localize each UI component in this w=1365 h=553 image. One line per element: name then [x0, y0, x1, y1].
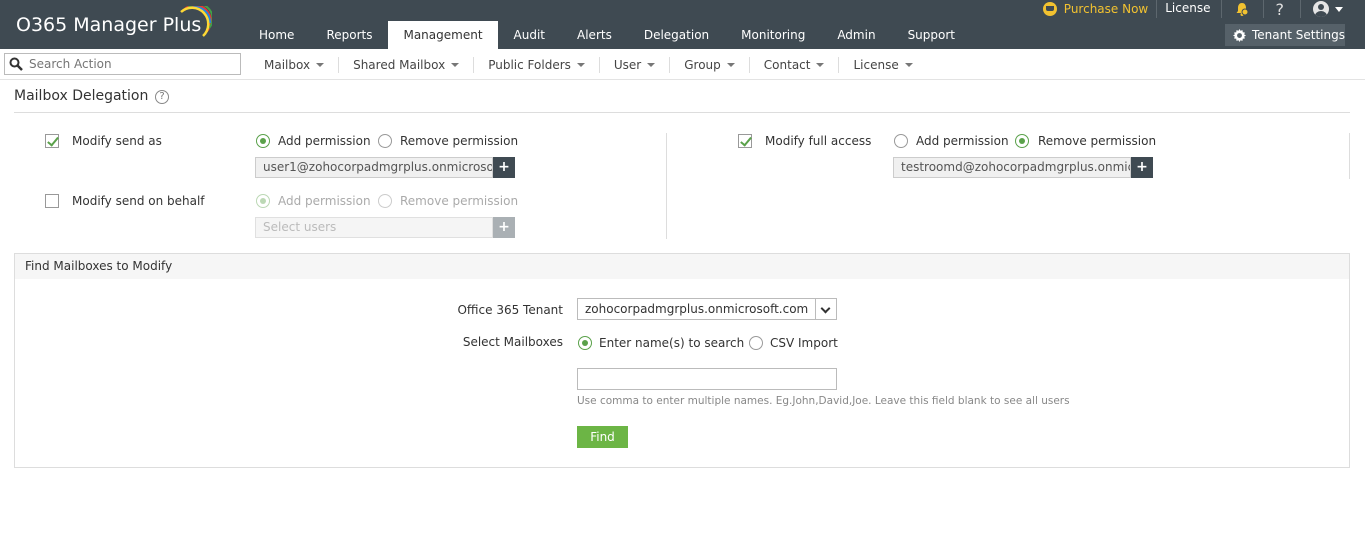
send-on-behalf-users-field[interactable]: Select users: [255, 217, 493, 238]
chevron-down-icon: [451, 63, 460, 67]
nav-home[interactable]: Home: [243, 21, 310, 49]
nav-reports[interactable]: Reports: [310, 21, 388, 49]
purchase-now-link[interactable]: Purchase Now: [1042, 0, 1158, 18]
chevron-down-icon: [647, 63, 656, 67]
app-logo-text[interactable]: O365 Manager Plus: [16, 14, 201, 36]
tenant-select-value: zohocorpadmgrplus.onmicrosoft.com: [585, 302, 809, 316]
chevron-down-icon: [316, 63, 325, 67]
chevron-down-icon: [1335, 6, 1343, 12]
enter-names-radio[interactable]: [578, 336, 592, 350]
menu-license[interactable]: License: [839, 57, 926, 73]
license-link[interactable]: License: [1165, 0, 1222, 18]
menu-contact[interactable]: Contact: [750, 57, 840, 73]
menu-shared-mailbox[interactable]: Shared Mailbox: [339, 57, 475, 73]
modify-send-on-behalf-label: Modify send on behalf: [72, 194, 205, 208]
full-access-remove-radio[interactable]: [1015, 134, 1029, 148]
send-on-behalf-remove-radio[interactable]: [378, 194, 392, 208]
find-mailboxes-panel: Find Mailboxes to Modify: [14, 253, 1350, 468]
user-avatar-icon: [1313, 1, 1329, 17]
chevron-down-icon[interactable]: [815, 299, 836, 319]
modify-send-as-label: Modify send as: [72, 134, 162, 148]
sub-nav: Mailbox Shared Mailbox Public Folders Us…: [250, 57, 927, 73]
panel-title: Find Mailboxes to Modify: [15, 254, 1349, 279]
top-right-tools: Purchase Now License ?: [1042, 0, 1365, 19]
menu-user-label: User: [613, 58, 642, 72]
menu-mailbox[interactable]: Mailbox: [250, 57, 340, 73]
top-bar: O365 Manager Plus Home Reports Managemen…: [0, 0, 1365, 49]
menu-contact-label: Contact: [763, 58, 811, 72]
chevron-down-icon: [816, 63, 825, 67]
help-icon[interactable]: ?: [155, 90, 169, 104]
send-as-add-label: Add permission: [278, 134, 371, 148]
menu-public-folders-label: Public Folders: [488, 58, 571, 72]
sub-bar: Mailbox Shared Mailbox Public Folders Us…: [0, 49, 1365, 80]
divider: [14, 112, 1350, 113]
notification-bell-icon[interactable]: [1234, 1, 1250, 17]
chevron-down-icon: [726, 63, 735, 67]
search-action-box[interactable]: [4, 53, 241, 75]
send-on-behalf-add-label: Add permission: [278, 194, 371, 208]
send-as-add-radio[interactable]: [256, 134, 270, 148]
chevron-down-icon: [904, 63, 913, 67]
tenant-label: Office 365 Tenant: [457, 303, 563, 317]
page-title: Mailbox Delegation: [14, 88, 149, 104]
nav-management[interactable]: Management: [388, 21, 498, 49]
logo-arc-icon: [180, 6, 212, 37]
send-on-behalf-add-radio[interactable]: [256, 194, 270, 208]
nav-support[interactable]: Support: [892, 21, 971, 49]
user-menu[interactable]: [1313, 1, 1343, 17]
divider: [1300, 0, 1301, 18]
full-access-add-radio[interactable]: [894, 134, 908, 148]
menu-group[interactable]: Group: [670, 57, 750, 73]
cart-icon: [1042, 2, 1057, 16]
menu-mailbox-label: Mailbox: [264, 58, 311, 72]
mailbox-names-input[interactable]: [577, 368, 837, 390]
send-on-behalf-add-users-button[interactable]: +: [493, 217, 515, 238]
nav-alerts[interactable]: Alerts: [561, 21, 628, 49]
csv-import-radio[interactable]: [749, 336, 763, 350]
divider: [666, 133, 667, 239]
send-on-behalf-remove-label: Remove permission: [400, 194, 519, 208]
search-icon: [9, 57, 23, 71]
nav-admin[interactable]: Admin: [821, 21, 891, 49]
help-icon[interactable]: ?: [1276, 0, 1285, 19]
tenant-settings-button[interactable]: Tenant Settings: [1225, 24, 1345, 46]
tenant-select[interactable]: zohocorpadmgrplus.onmicrosoft.com: [577, 298, 837, 320]
search-action-input[interactable]: [29, 57, 229, 71]
send-as-remove-label: Remove permission: [400, 134, 519, 148]
divider: [1262, 0, 1264, 18]
chevron-down-icon: [576, 63, 585, 67]
main-nav: Home Reports Management Audit Alerts Del…: [243, 21, 971, 49]
menu-group-label: Group: [684, 58, 721, 72]
modify-full-access-label: Modify full access: [765, 134, 872, 148]
csv-import-label: CSV Import: [770, 336, 838, 350]
nav-audit[interactable]: Audit: [498, 21, 561, 49]
full-access-add-users-button[interactable]: +: [1131, 157, 1153, 178]
send-as-users-field[interactable]: user1@zohocorpadmgrplus.onmicrosoft.com: [255, 157, 493, 178]
menu-user[interactable]: User: [600, 57, 671, 73]
select-mailboxes-label: Select Mailboxes: [462, 335, 563, 349]
divider: [1349, 133, 1350, 179]
modify-full-access-checkbox[interactable]: [738, 134, 752, 148]
send-as-add-users-button[interactable]: +: [493, 157, 515, 178]
gear-icon: [1233, 28, 1246, 42]
tenant-settings-label: Tenant Settings: [1252, 28, 1345, 42]
full-access-remove-label: Remove permission: [1038, 134, 1157, 148]
nav-delegation[interactable]: Delegation: [628, 21, 725, 49]
menu-shared-mailbox-label: Shared Mailbox: [353, 58, 446, 72]
send-as-remove-radio[interactable]: [378, 134, 392, 148]
full-access-users-field[interactable]: testroomd@zohocorpadmgrplus.onmicrosoft.…: [893, 157, 1131, 178]
names-hint: Use comma to enter multiple names. Eg.Jo…: [577, 395, 1070, 407]
menu-license-label: License: [853, 58, 899, 72]
modify-send-on-behalf-checkbox[interactable]: [45, 194, 59, 208]
menu-public-folders[interactable]: Public Folders: [474, 57, 600, 73]
nav-monitoring[interactable]: Monitoring: [725, 21, 821, 49]
enter-names-label: Enter name(s) to search: [599, 336, 745, 350]
find-button[interactable]: Find: [577, 426, 628, 448]
purchase-now-label: Purchase Now: [1063, 2, 1149, 16]
full-access-add-label: Add permission: [916, 134, 1009, 148]
modify-send-as-checkbox[interactable]: [45, 134, 59, 148]
